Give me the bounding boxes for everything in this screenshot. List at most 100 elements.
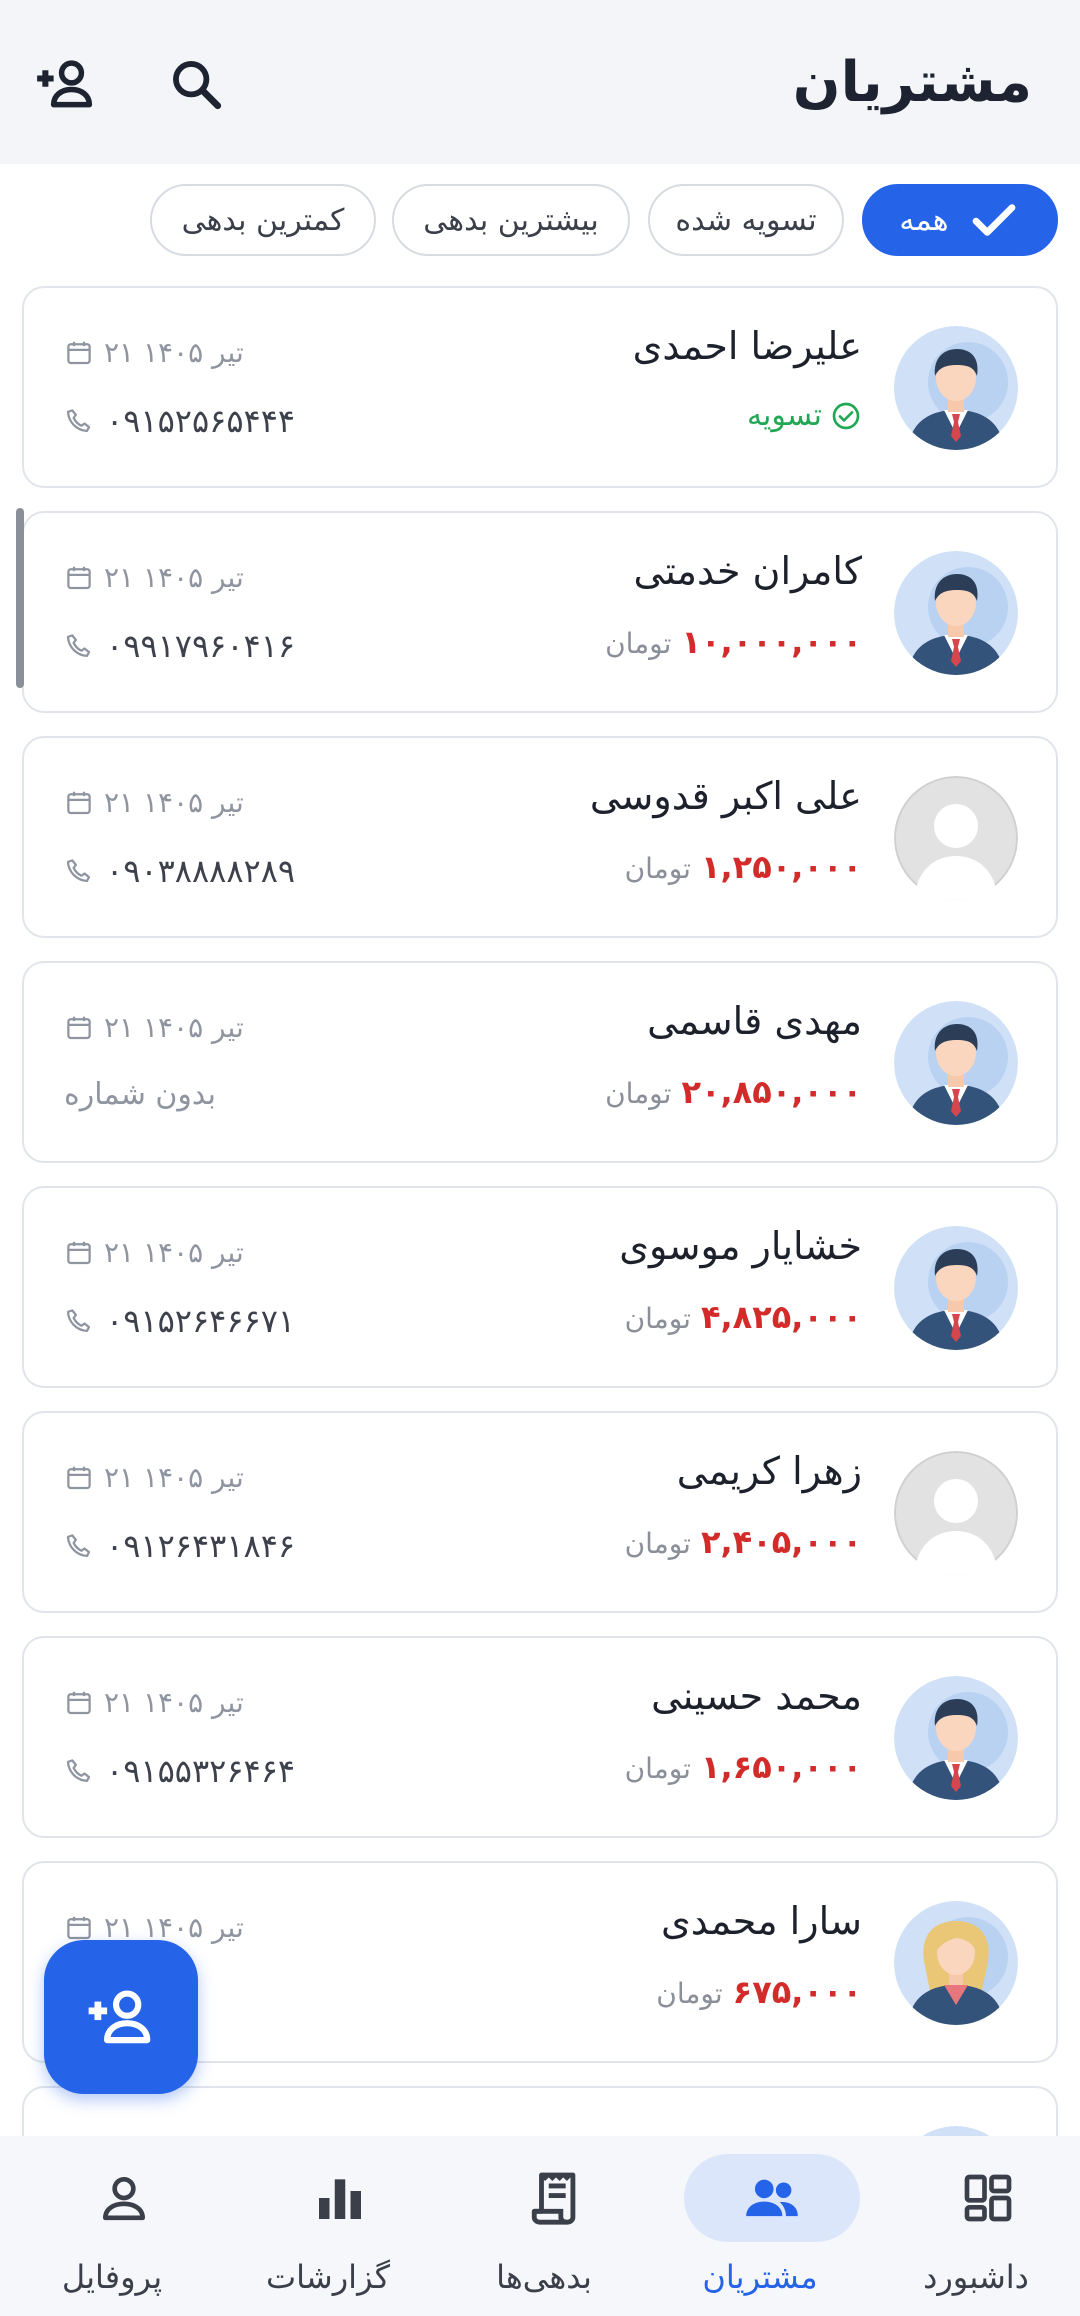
- customer-card[interactable]: زهرا کریمی ۲,۴۰۵,۰۰۰ تومان ۲۱ تیر ۱۴۰۵ ۰…: [22, 1411, 1058, 1613]
- receipt-icon: [531, 2172, 576, 2225]
- avatar: [894, 776, 1018, 900]
- add-person-icon: [88, 1990, 151, 2044]
- chip-least-debt[interactable]: کمترین بدهی: [150, 184, 376, 256]
- nav-profile-label: پروفایل: [61, 2258, 163, 2296]
- customer-name: کامران خدمتی: [633, 549, 862, 593]
- customer-date: ۲۱ تیر ۱۴۰۵: [104, 786, 244, 819]
- phone-row[interactable]: ۰۹۱۵۵۳۲۶۴۶۴: [64, 1752, 295, 1790]
- add-person-icon[interactable]: [30, 48, 102, 120]
- nav-debts-pill: [468, 2154, 644, 2242]
- chip-least-debt-label: کمترین بدهی: [181, 202, 345, 238]
- chip-all[interactable]: همه: [862, 184, 1058, 256]
- nav-reports-pill: [252, 2154, 428, 2242]
- calendar-icon: [67, 1466, 91, 1489]
- customer-card[interactable]: علی اکبر قدوسی ۱,۲۵۰,۰۰۰ تومان ۲۱ تیر ۱۴…: [22, 736, 1058, 938]
- phone-icon: [66, 409, 91, 432]
- phone-row[interactable]: ۰۹۱۲۶۴۳۱۸۴۶: [64, 1527, 295, 1565]
- calendar-icon: [67, 791, 91, 814]
- phone-row[interactable]: ۰۹۱۵۲۶۴۶۶۷۱: [64, 1302, 295, 1340]
- calendar-icon: [67, 1916, 91, 1939]
- person-icon: [103, 2177, 146, 2221]
- phone-icon: [66, 1534, 91, 1557]
- calendar-icon: [67, 1241, 91, 1264]
- nav-customers-pill: [684, 2154, 860, 2242]
- bottom-navigation: داشبورد مشتریان بدهی‌ها گزارشات پروفایل: [0, 2136, 1080, 2316]
- nav-reports[interactable]: گزارشات: [220, 2154, 436, 2304]
- avatar: [894, 1226, 1018, 1350]
- avatar: [894, 1901, 1018, 2025]
- chip-most-debt-label: بیشترین بدهی: [423, 202, 599, 238]
- currency-label: تومان: [656, 1977, 723, 2010]
- bar-chart-icon: [319, 2179, 361, 2219]
- avatar: [894, 326, 1018, 450]
- nav-profile[interactable]: پروفایل: [4, 2154, 220, 2304]
- check-icon: [972, 204, 1015, 236]
- customer-card[interactable]: مهدی قاسمی ۲۰,۸۵۰,۰۰۰ تومان ۲۱ تیر ۱۴۰۵ …: [22, 961, 1058, 1163]
- customer-list[interactable]: علیرضا احمدی تسویه ۲۱ تیر ۱۴۰۵ ۰۹۱۵۲۵۶۵۴…: [0, 284, 1080, 2136]
- customer-date: ۲۱ تیر ۱۴۰۵: [104, 1686, 244, 1719]
- chip-most-debt[interactable]: بیشترین بدهی: [392, 184, 630, 256]
- chip-settled[interactable]: تسویه شده: [648, 184, 844, 256]
- phone-row[interactable]: ۰۹۱۵۲۵۶۵۴۴۴: [64, 402, 295, 440]
- date-row: ۲۱ تیر ۱۴۰۵: [64, 1686, 244, 1719]
- customer-card[interactable]: خشایار موسوی ۴,۸۲۵,۰۰۰ تومان ۲۱ تیر ۱۴۰۵…: [22, 1186, 1058, 1388]
- customer-date: ۲۱ تیر ۱۴۰۵: [104, 336, 244, 369]
- nav-reports-label: گزارشات: [266, 2258, 390, 2296]
- search-icon[interactable]: [160, 48, 232, 120]
- currency-label: تومان: [624, 1752, 691, 1785]
- customer-card[interactable]: [22, 2086, 1058, 2136]
- debt-amount: ۱,۶۵۰,۰۰۰: [700, 1748, 862, 1786]
- chip-settled-label: تسویه شده: [675, 202, 817, 238]
- nav-customers-label: مشتریان: [702, 2258, 818, 2296]
- date-row: ۲۱ تیر ۱۴۰۵: [64, 1236, 244, 1269]
- nav-profile-pill: [36, 2154, 212, 2242]
- settled-label: تسویه: [746, 398, 822, 433]
- dashboard-icon: [964, 2174, 1012, 2222]
- phone-row: بدون شماره: [64, 1077, 216, 1112]
- phone-row[interactable]: ۰۹۹۱۷۹۶۰۴۱۶: [64, 627, 295, 665]
- nav-customers[interactable]: مشتریان: [652, 2154, 868, 2304]
- people-icon: [746, 2179, 798, 2217]
- app-bar: مشتریان: [0, 0, 1080, 164]
- debt-row: ۴,۸۲۵,۰۰۰ تومان: [625, 1298, 862, 1336]
- phone-row[interactable]: ۰۹۰۳۸۸۸۸۲۸۹: [64, 852, 295, 890]
- avatar: [894, 1451, 1018, 1575]
- customer-date: ۲۱ تیر ۱۴۰۵: [104, 1236, 244, 1269]
- calendar-icon: [67, 1691, 91, 1714]
- customer-date: ۲۱ تیر ۱۴۰۵: [104, 1461, 244, 1494]
- date-row: ۲۱ تیر ۱۴۰۵: [64, 1011, 244, 1044]
- debt-amount: ۱,۲۵۰,۰۰۰: [700, 848, 862, 886]
- avatar: [894, 1676, 1018, 1800]
- avatar: [894, 2126, 1018, 2136]
- customer-card[interactable]: محمد حسینی ۱,۶۵۰,۰۰۰ تومان ۲۱ تیر ۱۴۰۵ ۰…: [22, 1636, 1058, 1838]
- nav-debts[interactable]: بدهی‌ها: [436, 2154, 652, 2304]
- scrollbar[interactable]: [16, 508, 24, 688]
- customer-phone: ۰۹۹۱۷۹۶۰۴۱۶: [106, 627, 296, 665]
- currency-label: تومان: [624, 1302, 691, 1335]
- add-customer-button[interactable]: [44, 1940, 198, 2094]
- calendar-icon: [67, 341, 91, 364]
- debt-row: ۱,۲۵۰,۰۰۰ تومان: [625, 848, 862, 886]
- debt-row: ۶۷۵,۰۰۰ تومان: [656, 1973, 862, 2011]
- settled-badge: تسویه: [747, 398, 862, 433]
- debt-amount: ۲۰,۸۵۰,۰۰۰: [681, 1073, 862, 1111]
- customer-phone: بدون شماره: [64, 1077, 216, 1112]
- customer-card[interactable]: کامران خدمتی ۱۰,۰۰۰,۰۰۰ تومان ۲۱ تیر ۱۴۰…: [22, 511, 1058, 713]
- chip-all-label: همه: [899, 202, 949, 238]
- currency-label: تومان: [624, 1527, 691, 1560]
- currency-label: تومان: [624, 852, 691, 885]
- customer-card[interactable]: علیرضا احمدی تسویه ۲۱ تیر ۱۴۰۵ ۰۹۱۵۲۵۶۵۴…: [22, 286, 1058, 488]
- debt-amount: ۲,۴۰۵,۰۰۰: [700, 1523, 862, 1561]
- customer-date: ۲۱ تیر ۱۴۰۵: [104, 1011, 244, 1044]
- nav-dashboard-pill: [900, 2154, 1076, 2242]
- nav-dashboard[interactable]: داشبورد: [868, 2154, 1080, 2304]
- debt-row: ۱,۶۵۰,۰۰۰ تومان: [625, 1748, 862, 1786]
- phone-icon: [66, 859, 91, 882]
- date-row: ۲۱ تیر ۱۴۰۵: [64, 561, 244, 594]
- check-circle-icon: [832, 402, 860, 429]
- customer-name: محمد حسینی: [651, 1674, 862, 1718]
- customer-name: خشایار موسوی: [619, 1224, 862, 1268]
- debt-amount: ۶۷۵,۰۰۰: [732, 1973, 862, 2011]
- customer-phone: ۰۹۱۵۲۵۶۵۴۴۴: [106, 402, 296, 440]
- debt-row: ۲۰,۸۵۰,۰۰۰ تومان: [605, 1073, 862, 1111]
